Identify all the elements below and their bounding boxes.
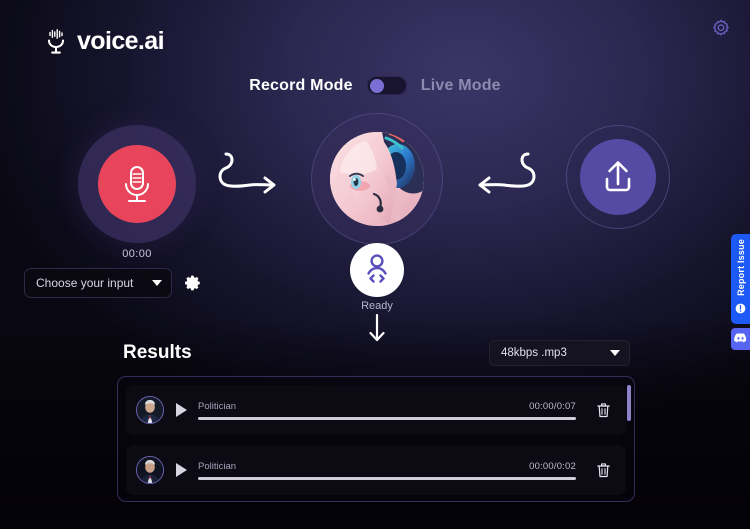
progress-fill — [198, 416, 576, 420]
upload-button[interactable] — [566, 125, 670, 229]
progress-bar[interactable] — [198, 476, 576, 480]
politician-portrait-avatar — [136, 396, 164, 424]
microphone-icon — [98, 145, 176, 223]
table-row[interactable]: Politician 00:00/0:07 — [126, 385, 626, 435]
voice-status-badge[interactable] — [350, 243, 404, 297]
progress-bar[interactable] — [198, 416, 576, 420]
trash-icon[interactable] — [586, 402, 620, 419]
track-name: Politician — [198, 460, 237, 472]
voice-ai-app-window: voice.ai Record Mode Live Mode 00:00 Rea… — [0, 0, 750, 529]
politician-portrait-avatar — [136, 456, 164, 484]
voice-profile-code-icon — [363, 253, 391, 288]
track-time: 00:00/0:02 — [529, 460, 576, 472]
voice-status-label: Ready — [361, 300, 393, 312]
output-format-value: 48kbps .mp3 — [501, 347, 567, 359]
brand-logo: voice.ai — [44, 26, 165, 55]
play-icon[interactable] — [170, 403, 192, 417]
audio-track[interactable]: Politician 00:00/0:02 — [198, 461, 576, 480]
brand-name: voice.ai — [77, 26, 165, 55]
report-issue-tab[interactable]: Report Issue — [731, 234, 750, 324]
gear-icon[interactable] — [706, 14, 736, 44]
microphone-waveform-icon — [44, 28, 68, 54]
info-circle-icon — [735, 301, 746, 319]
output-format-select[interactable]: 48kbps .mp3 — [489, 340, 630, 366]
upload-icon — [580, 139, 656, 215]
table-row[interactable]: Politician 00:00/0:02 — [126, 445, 626, 495]
trash-icon[interactable] — [586, 462, 620, 479]
input-device-select[interactable]: Choose your input — [24, 268, 172, 298]
audio-track[interactable]: Politician 00:00/0:07 — [198, 401, 576, 420]
results-heading: Results — [123, 342, 192, 363]
input-settings-gear-icon[interactable] — [184, 274, 202, 292]
play-icon[interactable] — [170, 463, 192, 477]
record-timer: 00:00 — [122, 248, 152, 260]
curved-arrow-left-icon — [466, 148, 538, 215]
track-name: Politician — [198, 400, 237, 412]
mode-toggle-row: Record Mode Live Mode — [0, 76, 750, 95]
results-panel: Politician 00:00/0:07 Politician 00:00/0… — [117, 376, 635, 502]
live-mode-label[interactable]: Live Mode — [421, 77, 501, 95]
track-time: 00:00/0:07 — [529, 400, 576, 412]
selected-voice-avatar[interactable] — [311, 113, 443, 245]
curved-arrow-right-icon — [216, 148, 284, 215]
chevron-down-icon — [610, 350, 620, 356]
arrow-down-icon — [367, 313, 387, 351]
chevron-down-icon — [152, 280, 162, 286]
results-scrollbar[interactable] — [627, 385, 631, 421]
mode-toggle-knob — [369, 79, 384, 93]
discord-tab[interactable] — [731, 328, 750, 350]
anime-avatar-image — [330, 132, 424, 226]
report-issue-label: Report Issue — [735, 239, 746, 296]
record-button[interactable] — [78, 125, 196, 243]
progress-fill — [198, 476, 576, 480]
record-mode-label[interactable]: Record Mode — [249, 77, 353, 95]
mode-toggle-switch[interactable] — [366, 76, 407, 95]
input-device-row: Choose your input — [24, 268, 202, 298]
discord-icon — [734, 330, 747, 348]
input-device-value: Choose your input — [36, 276, 134, 290]
